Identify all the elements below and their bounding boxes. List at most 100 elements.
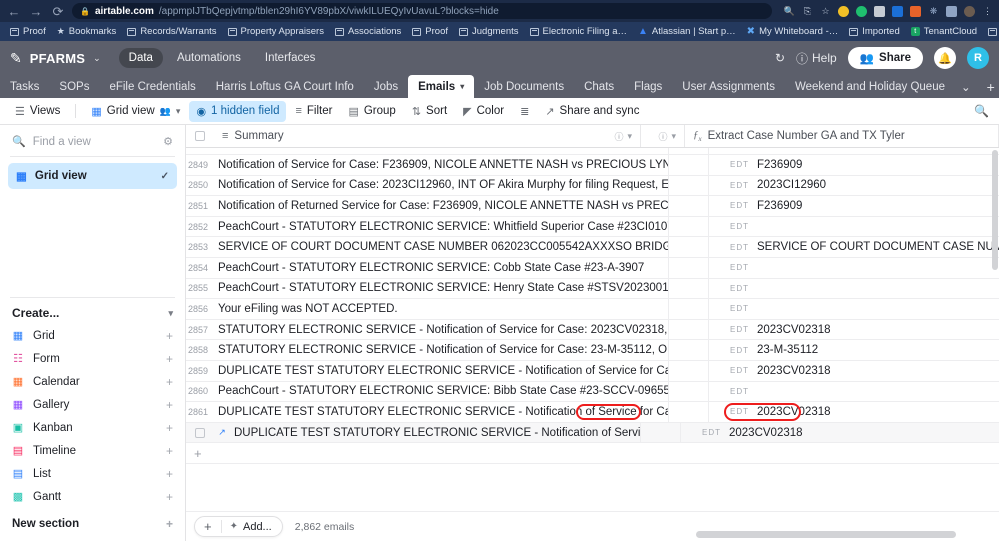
- bookmark-item[interactable]: Records/Warrants: [123, 24, 220, 39]
- find-view-input[interactable]: Find a view: [33, 136, 91, 148]
- chevron-down-icon[interactable]: ⌄: [93, 53, 101, 64]
- cell-summary[interactable]: Your eFiling was NOT ACCEPTED.: [214, 299, 669, 319]
- tabs-overflow-icon[interactable]: ⌄: [955, 75, 977, 98]
- table-row-partial[interactable]: [186, 148, 999, 155]
- column-header-options[interactable]: ⓘ ▾: [658, 130, 676, 143]
- table-row[interactable]: 2854 PeachCourt - STATUTORY ELECTRONIC S…: [186, 257, 999, 279]
- sidebar-item-grid-view[interactable]: ▦ Grid view ✓: [8, 163, 177, 189]
- chevron-down-icon[interactable]: ▾: [460, 82, 464, 91]
- cell-case-number[interactable]: 23-M-35112: [757, 344, 999, 356]
- add-icon[interactable]: +: [166, 517, 173, 531]
- create-item-form[interactable]: ☷ Form +: [0, 347, 185, 370]
- cell-case-number[interactable]: 2023CV02318: [757, 406, 999, 418]
- table-row[interactable]: 2855 PeachCourt - STATUTORY ELECTRONIC S…: [186, 278, 999, 300]
- tab-flags[interactable]: Flags: [624, 75, 672, 98]
- bookmark-item[interactable]: Electronic Filing a…: [526, 24, 631, 39]
- bookmark-item[interactable]: Proof: [408, 24, 452, 39]
- cell-summary[interactable]: SERVICE OF COURT DOCUMENT CASE NUMBER 06…: [214, 237, 669, 257]
- cell-case-number[interactable]: SERVICE OF COURT DOCUMENT CASE NUMBER 06…: [757, 241, 999, 253]
- hidden-fields-button[interactable]: ◉ 1 hidden field: [189, 100, 287, 122]
- bookmark-star-icon[interactable]: ☆: [820, 6, 831, 17]
- add-with-ai-button[interactable]: ✦ Add...: [222, 521, 282, 533]
- create-item-list[interactable]: ▤ List +: [0, 462, 185, 485]
- table-row[interactable]: 2861 DUPLICATE TEST STATUTORY ELECTRONIC…: [186, 402, 999, 423]
- cell-summary[interactable]: [214, 148, 669, 154]
- table-row[interactable]: 2860 PeachCourt - STATUTORY ELECTRONIC S…: [186, 381, 999, 403]
- table-row[interactable]: ↗ DUPLICATE TEST STATUTORY ELECTRONIC SE…: [186, 422, 999, 444]
- ext-profile-icon[interactable]: [964, 5, 975, 17]
- tab-user-assignments[interactable]: User Assignments: [672, 75, 785, 98]
- add-icon[interactable]: +: [166, 444, 173, 458]
- ext-sidepanel-icon[interactable]: [946, 5, 957, 17]
- create-item-timeline[interactable]: ▤ Timeline +: [0, 439, 185, 462]
- ext-grey-icon[interactable]: [874, 5, 885, 17]
- forward-icon[interactable]: →: [28, 3, 44, 19]
- tab-efile-credentials[interactable]: eFile Credentials: [99, 75, 205, 98]
- bookmark-item[interactable]: t TenantCloud: [907, 24, 981, 39]
- bookmark-item[interactable]: Stonks: [984, 24, 999, 39]
- tab-weekend-and-holiday-queue[interactable]: Weekend and Holiday Queue: [785, 75, 955, 98]
- airtable-logo-icon[interactable]: ✎: [10, 50, 22, 67]
- tab-job-documents[interactable]: Job Documents: [474, 75, 574, 98]
- tab-sops[interactable]: SOPs: [49, 75, 99, 98]
- color-button[interactable]: ◤ Color: [456, 101, 511, 122]
- cell-summary[interactable]: Notification of Returned Service for Cas…: [214, 196, 669, 216]
- grid-view-button[interactable]: ▦ Grid view 👥 ▾: [84, 101, 187, 122]
- install-icon[interactable]: ⎘: [802, 6, 813, 17]
- address-bar[interactable]: 🔒 airtable.com/appmpIJTbQepjvtmp/tblen29…: [72, 3, 772, 19]
- cell-summary[interactable]: STATUTORY ELECTRONIC SERVICE - Notificat…: [214, 319, 669, 340]
- base-name[interactable]: PFARMS: [30, 51, 85, 66]
- notifications-button[interactable]: 🔔: [934, 47, 956, 69]
- history-icon[interactable]: ↻: [775, 51, 785, 65]
- vertical-scrollbar[interactable]: [992, 150, 998, 270]
- cell-summary[interactable]: DUPLICATE TEST STATUTORY ELECTRONIC SERV…: [214, 402, 669, 422]
- search-icon[interactable]: 🔍: [974, 104, 991, 118]
- help-button[interactable]: ⓘ Help: [796, 50, 837, 67]
- avatar[interactable]: R: [967, 47, 989, 69]
- table-row[interactable]: 2849 Notification of Service for Case: F…: [186, 155, 999, 176]
- create-section-header[interactable]: Create... ▾: [0, 298, 185, 324]
- add-icon[interactable]: +: [166, 467, 173, 481]
- cell-case-number[interactable]: 2023CV02318: [757, 365, 999, 377]
- add-icon[interactable]: +: [166, 398, 173, 412]
- cell-case-number[interactable]: F236909: [757, 200, 999, 212]
- create-item-grid[interactable]: ▦ Grid +: [0, 324, 185, 347]
- cell-case-number[interactable]: F236909: [757, 159, 999, 171]
- row-height-button[interactable]: ≣: [513, 101, 536, 122]
- row-select-checkbox[interactable]: [186, 427, 214, 438]
- bookmark-item[interactable]: Proof: [6, 24, 50, 39]
- ext-orange-icon[interactable]: [910, 5, 921, 17]
- filter-button[interactable]: ≡ Filter: [288, 101, 339, 121]
- tab-chats[interactable]: Chats: [574, 75, 624, 98]
- create-item-gallery[interactable]: ▦ Gallery +: [0, 393, 185, 416]
- horizontal-scrollbar[interactable]: [506, 531, 991, 538]
- new-section-button[interactable]: New section +: [0, 512, 185, 541]
- bookmark-item[interactable]: ★ Bookmarks: [53, 24, 121, 39]
- grid-rows[interactable]: 2849 Notification of Service for Case: F…: [186, 148, 999, 511]
- share-and-sync-button[interactable]: ↗ Share and sync: [538, 101, 646, 122]
- add-table-button[interactable]: +: [977, 75, 999, 98]
- bookmark-item[interactable]: Property Appraisers: [224, 24, 328, 39]
- nav-automations[interactable]: Automations: [167, 48, 251, 68]
- chevron-down-icon[interactable]: ▾: [176, 106, 181, 117]
- chevron-down-icon[interactable]: ▾: [168, 308, 173, 319]
- cell-case-number[interactable]: 2023CV02318: [757, 324, 999, 336]
- cell-summary[interactable]: PeachCourt - STATUTORY ELECTRONIC SERVIC…: [214, 381, 669, 402]
- views-button[interactable]: ☰ Views: [8, 101, 67, 122]
- bookmark-item[interactable]: ✖ My Whiteboard -…: [743, 24, 843, 39]
- table-row[interactable]: 2850 Notification of Service for Case: 2…: [186, 175, 999, 197]
- reload-icon[interactable]: ⟳: [50, 3, 66, 19]
- expand-icon[interactable]: ↗: [214, 427, 230, 438]
- back-icon[interactable]: ←: [6, 3, 22, 19]
- add-record-row[interactable]: +: [186, 443, 999, 465]
- chevron-down-icon[interactable]: ▾: [671, 131, 676, 142]
- cell-summary[interactable]: DUPLICATE TEST STATUTORY ELECTRONIC SERV…: [230, 422, 641, 443]
- zoom-icon[interactable]: 🔍: [784, 6, 795, 17]
- cell-summary[interactable]: Notification of Service for Case: F23690…: [214, 155, 669, 175]
- cell-case-number[interactable]: 2023CI12960: [757, 179, 999, 191]
- ext-blue-icon[interactable]: [892, 5, 903, 17]
- add-icon[interactable]: +: [166, 490, 173, 504]
- bookmark-item[interactable]: Imported: [845, 24, 904, 39]
- tab-tasks[interactable]: Tasks: [0, 75, 49, 98]
- share-button[interactable]: 👥 Share: [847, 47, 923, 69]
